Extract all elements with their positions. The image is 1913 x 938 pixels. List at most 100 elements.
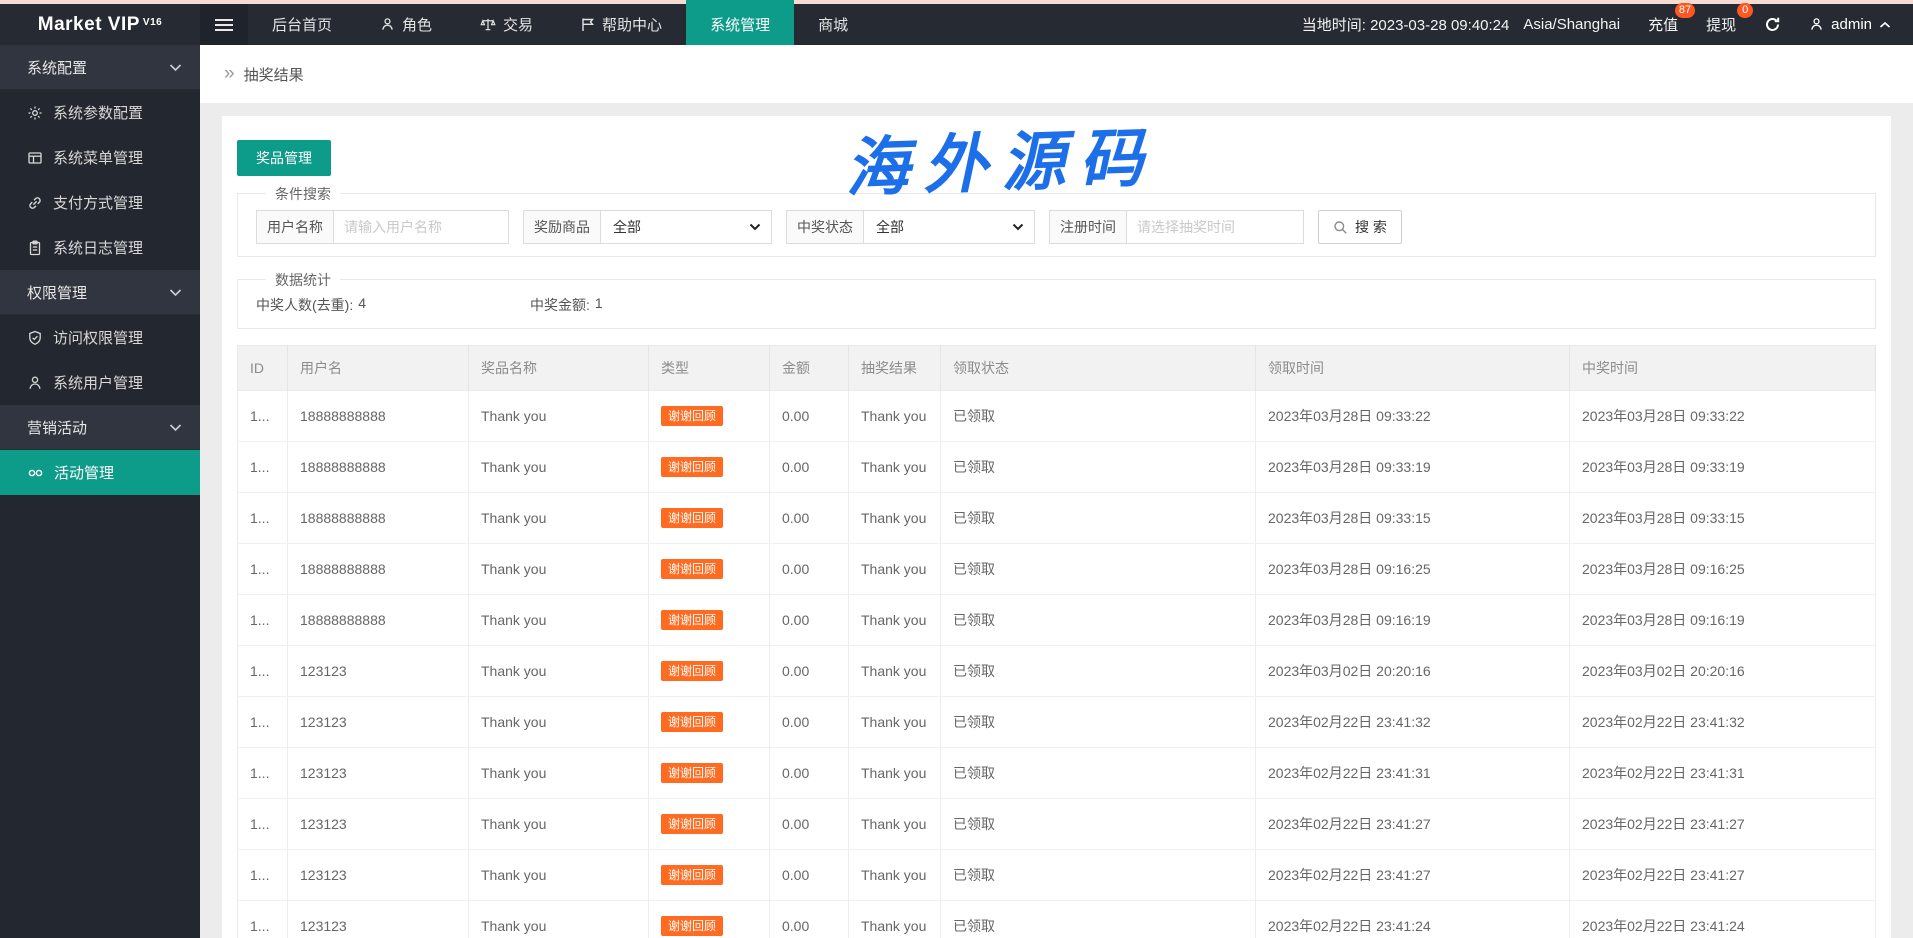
sidebar-item-system-logs[interactable]: 系统日志管理 xyxy=(0,225,200,270)
cell-claim-time: 2023年02月22日 23:41:24 xyxy=(1255,900,1570,938)
cell-draw-result: Thank you xyxy=(848,747,941,799)
recharge-button[interactable]: 充值 87 xyxy=(1648,3,1696,35)
cell-type: 谢谢回顾 xyxy=(648,645,770,697)
cell-amount: 0.00 xyxy=(769,492,849,544)
hamburger-icon xyxy=(215,18,233,32)
cell-claim-status: 已领取 xyxy=(940,390,1256,442)
winners-stat: 中奖人数(去重): 4 xyxy=(256,295,530,315)
cell-claim-time: 2023年03月28日 09:33:22 xyxy=(1255,390,1570,442)
type-badge: 谢谢回顾 xyxy=(661,610,724,630)
cell-claim-time: 2023年03月28日 09:33:15 xyxy=(1255,492,1570,544)
cell-amount: 0.00 xyxy=(769,441,849,493)
breadcrumb-label: 抽奖结果 xyxy=(243,66,304,84)
sidebar-item-activity-management[interactable]: 活动管理 xyxy=(0,450,200,495)
table-row: 1... 18888888888 Thank you 谢谢回顾 0.00 Tha… xyxy=(237,390,1876,442)
win-status-select[interactable]: 全部 xyxy=(863,210,1035,244)
user-icon xyxy=(27,375,43,391)
cell-amount: 0.00 xyxy=(769,696,849,748)
sidebar-item-payment-methods[interactable]: 支付方式管理 xyxy=(0,180,200,225)
sidebar-group-marketing[interactable]: 营销活动 xyxy=(0,405,200,450)
cell-id: 1... xyxy=(237,798,288,850)
cell-type: 谢谢回顾 xyxy=(648,543,770,595)
col-claim-status: 领取状态 xyxy=(940,345,1256,391)
nav-item-roles[interactable]: 角色 xyxy=(356,4,456,45)
cell-draw-result: Thank you xyxy=(848,594,941,646)
recharge-badge: 87 xyxy=(1674,3,1696,18)
table-row: 1... 123123 Thank you 谢谢回顾 0.00 Thank yo… xyxy=(237,696,1876,748)
sidebar-item-access-permissions[interactable]: 访问权限管理 xyxy=(0,315,200,360)
cell-username: 123123 xyxy=(287,849,469,901)
cell-username: 18888888888 xyxy=(287,441,469,493)
hamburger-menu-button[interactable] xyxy=(200,4,248,45)
refresh-button[interactable] xyxy=(1764,16,1781,33)
cell-type: 谢谢回顾 xyxy=(648,900,770,938)
user-menu[interactable]: admin xyxy=(1809,16,1891,33)
cell-id: 1... xyxy=(237,543,288,595)
sidebar-group-system-config[interactable]: 系统配置 xyxy=(0,45,200,90)
nav-item-help-center[interactable]: 帮助中心 xyxy=(557,4,686,45)
cell-amount: 0.00 xyxy=(769,747,849,799)
cell-draw-result: Thank you xyxy=(848,696,941,748)
cell-win-time: 2023年03月02日 20:20:16 xyxy=(1569,645,1876,697)
withdraw-button[interactable]: 提现 0 xyxy=(1706,3,1754,35)
cell-win-time: 2023年02月22日 23:41:24 xyxy=(1569,900,1876,938)
cell-prize-name: Thank you xyxy=(468,696,649,748)
search-legend: 条件搜索 xyxy=(266,184,340,204)
nav-item-system-management[interactable]: 系统管理 xyxy=(686,0,795,45)
cell-id: 1... xyxy=(237,492,288,544)
nav-item-trade[interactable]: 交易 xyxy=(456,4,557,45)
cell-username: 18888888888 xyxy=(287,594,469,646)
cell-draw-result: Thank you xyxy=(848,390,941,442)
col-claim-time: 领取时间 xyxy=(1255,345,1570,391)
sidebar: 系统配置 系统参数配置 系统菜单管理 支付方式管理 系统日志管理 权限管理 访问… xyxy=(0,45,200,938)
nav-item-mall[interactable]: 商城 xyxy=(794,4,872,45)
prize-product-label: 奖励商品 xyxy=(523,210,601,244)
cell-win-time: 2023年03月28日 09:16:25 xyxy=(1569,543,1876,595)
cell-amount: 0.00 xyxy=(769,900,849,938)
chevron-up-icon xyxy=(1879,21,1891,29)
table-row: 1... 18888888888 Thank you 谢谢回顾 0.00 Tha… xyxy=(237,594,1876,646)
cell-claim-time: 2023年02月22日 23:41:32 xyxy=(1255,696,1570,748)
cell-type: 谢谢回顾 xyxy=(648,696,770,748)
cell-amount: 0.00 xyxy=(769,594,849,646)
cell-prize-name: Thank you xyxy=(468,594,649,646)
cell-prize-name: Thank you xyxy=(468,849,649,901)
cell-amount: 0.00 xyxy=(769,645,849,697)
sidebar-group-permissions[interactable]: 权限管理 xyxy=(0,270,200,315)
sidebar-item-system-menu[interactable]: 系统菜单管理 xyxy=(0,135,200,180)
sidebar-item-system-params[interactable]: 系统参数配置 xyxy=(0,90,200,135)
type-badge: 谢谢回顾 xyxy=(661,916,724,936)
type-badge: 谢谢回顾 xyxy=(661,814,724,834)
cell-draw-result: Thank you xyxy=(848,492,941,544)
flag-icon xyxy=(581,17,595,32)
cell-claim-status: 已领取 xyxy=(940,798,1256,850)
cell-id: 1... xyxy=(237,849,288,901)
double-chevron-icon: » xyxy=(224,62,235,84)
prize-product-select[interactable]: 全部 xyxy=(600,210,772,244)
local-time: 当地时间: 2023-03-28 09:40:24 Asia/Shanghai xyxy=(1302,14,1620,35)
username-text: admin xyxy=(1831,16,1872,33)
cell-amount: 0.00 xyxy=(769,798,849,850)
table-row: 1... 18888888888 Thank you 谢谢回顾 0.00 Tha… xyxy=(237,492,1876,544)
register-time-input[interactable] xyxy=(1126,210,1304,244)
win-status-field-group: 中奖状态 全部 xyxy=(786,210,1035,244)
cell-claim-status: 已领取 xyxy=(940,900,1256,938)
cell-draw-result: Thank you xyxy=(848,900,941,938)
type-badge: 谢谢回顾 xyxy=(661,763,724,783)
search-button[interactable]: 搜 索 xyxy=(1318,210,1402,244)
username-input[interactable] xyxy=(333,210,509,244)
cell-prize-name: Thank you xyxy=(468,798,649,850)
type-badge: 谢谢回顾 xyxy=(661,559,724,579)
cell-claim-time: 2023年02月22日 23:41:31 xyxy=(1255,747,1570,799)
cell-prize-name: Thank you xyxy=(468,390,649,442)
gear-icon xyxy=(27,105,43,121)
prize-manage-button[interactable]: 奖品管理 xyxy=(237,140,331,176)
register-time-field-group: 注册时间 xyxy=(1049,210,1304,244)
cell-type: 谢谢回顾 xyxy=(648,390,770,442)
cell-amount: 0.00 xyxy=(769,390,849,442)
sidebar-item-system-users[interactable]: 系统用户管理 xyxy=(0,360,200,405)
cell-id: 1... xyxy=(237,594,288,646)
nav-item-home[interactable]: 后台首页 xyxy=(248,4,356,45)
topbar: Market VIP V16 后台首页 角色 交易 帮助中心 系统管理 商城 当地… xyxy=(0,0,1913,45)
stats-fieldset: 数据统计 中奖人数(去重): 4 中奖金额: 1 xyxy=(237,270,1876,329)
